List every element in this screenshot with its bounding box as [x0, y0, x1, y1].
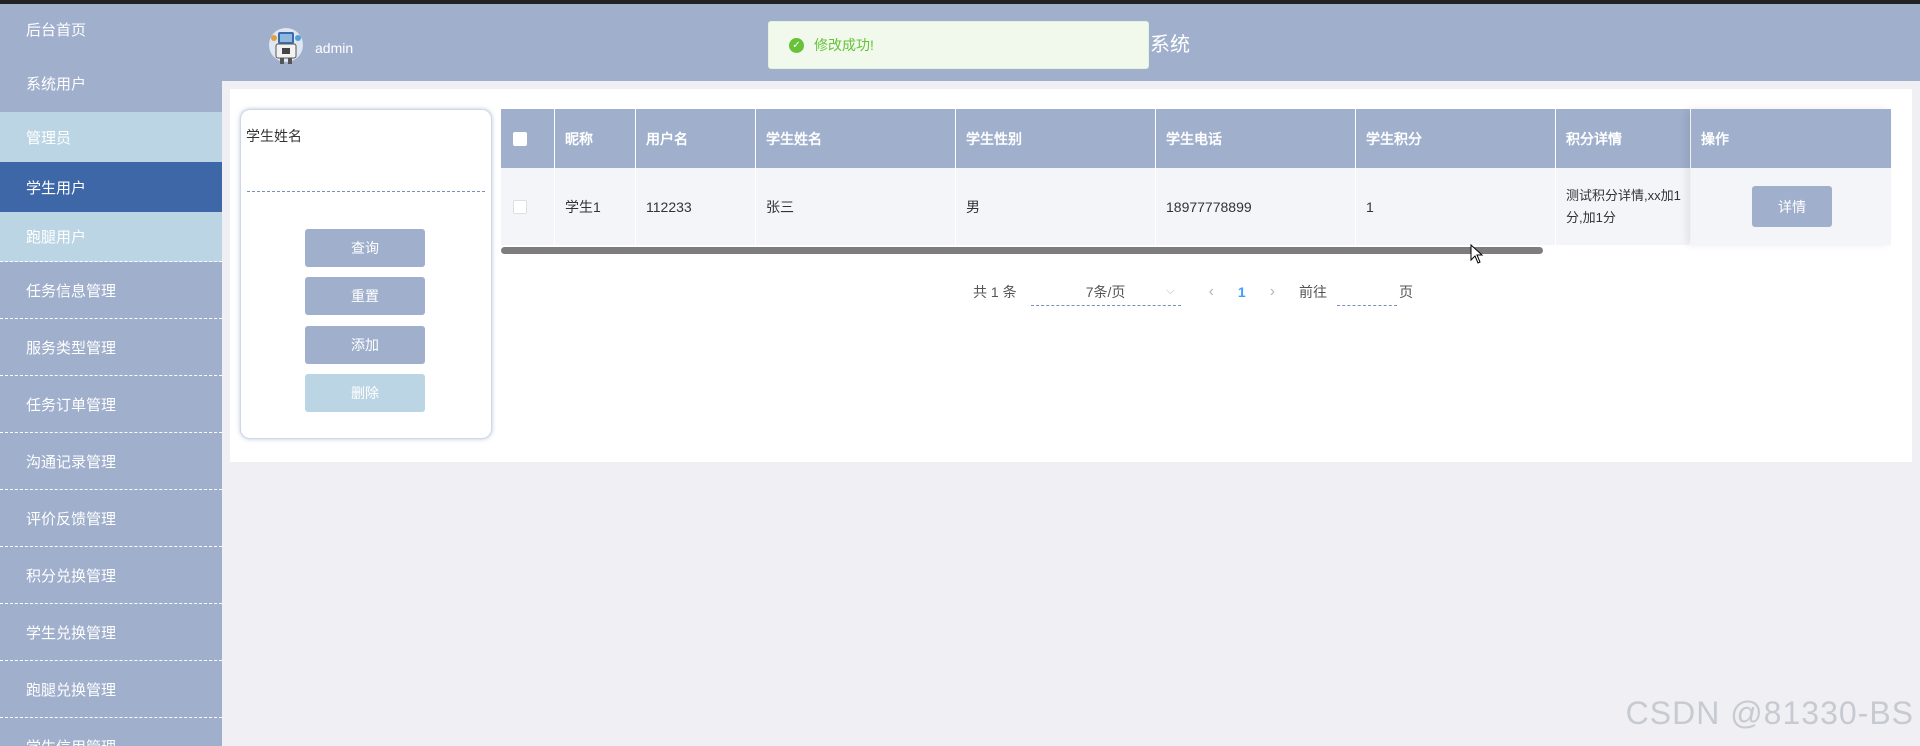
- sidebar-item-home[interactable]: 后台首页: [0, 4, 222, 55]
- detail-button[interactable]: 详情: [1752, 186, 1832, 227]
- operation-cell: 详情: [1691, 168, 1891, 245]
- col-gender[interactable]: 学生性别: [956, 109, 1156, 168]
- page-size-value: 7条/页: [1085, 283, 1126, 300]
- mouse-cursor-icon: [1470, 244, 1484, 264]
- cell-student-name: 张三: [756, 168, 956, 245]
- reset-button[interactable]: 重置: [305, 277, 425, 315]
- sidebar-item-label: 学生用户: [26, 179, 87, 197]
- sidebar-item-students[interactable]: 学生用户: [0, 162, 222, 212]
- goto-label: 前往: [1299, 284, 1328, 300]
- sidebar-item-label: 沟通记录管理: [26, 453, 117, 471]
- watermark: CSDN @81330-BS: [1625, 695, 1914, 731]
- sidebar-item-label: 学生信用管理: [26, 736, 116, 746]
- sidebar-item-student-exchange[interactable]: 学生兑换管理: [0, 604, 222, 661]
- pagination-total: 共 1 条: [973, 284, 1017, 300]
- sidebar-item-label: 管理员: [26, 129, 72, 147]
- sidebar-item-label: 任务信息管理: [26, 282, 117, 300]
- avatar-icon[interactable]: [268, 24, 304, 66]
- add-button[interactable]: 添加: [305, 326, 425, 364]
- sidebar-item-label: 后台首页: [26, 22, 87, 39]
- operation-column: 操作 详情: [1691, 109, 1891, 245]
- sidebar-item-label: 服务类型管理: [26, 339, 117, 357]
- col-points[interactable]: 学生积分: [1356, 109, 1556, 168]
- table-header: 昵称 用户名 学生姓名 学生性别 学生电话 学生积分 积分详情: [501, 109, 1891, 168]
- col-phone[interactable]: 学生电话: [1156, 109, 1356, 168]
- goto-page-input[interactable]: [1337, 278, 1398, 306]
- goto-suffix: 页: [1399, 284, 1414, 300]
- cell-gender: 男: [956, 168, 1156, 245]
- sidebar-item-system-users[interactable]: 系统用户: [0, 55, 222, 112]
- col-student-name[interactable]: 学生姓名: [756, 109, 956, 168]
- sidebar-item-communication[interactable]: 沟通记录管理: [0, 433, 222, 490]
- success-toast: ✓ 修改成功!: [768, 21, 1149, 69]
- sidebar-item-label: 学生兑换管理: [26, 624, 117, 642]
- chevron-down-icon: ⌵: [1166, 285, 1175, 297]
- sidebar-item-label: 跑腿用户: [26, 229, 87, 246]
- query-button[interactable]: 查询: [305, 229, 425, 267]
- check-circle-icon: ✓: [789, 37, 804, 53]
- sidebar-item-points-exchange[interactable]: 积分兑换管理: [0, 547, 222, 604]
- select-all-checkbox[interactable]: [513, 131, 527, 146]
- data-table: 昵称 用户名 学生姓名 学生性别 学生电话 学生积分 积分详情 学生1 1122…: [501, 109, 1891, 254]
- sidebar-item-runners[interactable]: 跑腿用户: [0, 212, 222, 262]
- student-name-input[interactable]: [247, 170, 485, 192]
- page-size-select[interactable]: 7条/页 ⌵: [1030, 278, 1181, 306]
- sidebar: 后台首页 系统用户 管理员 学生用户 跑腿用户 任务信息管理 服务类型管理 任务…: [0, 4, 222, 746]
- prev-page-icon[interactable]: ‹: [1209, 283, 1214, 301]
- cell-points-detail: 测试积分详情,xx加1分,加1分: [1556, 168, 1691, 245]
- sidebar-item-label: 任务订单管理: [26, 396, 117, 414]
- row-checkbox[interactable]: [513, 199, 527, 214]
- search-label: 学生姓名: [246, 128, 302, 144]
- sidebar-item-feedback[interactable]: 评价反馈管理: [0, 490, 222, 547]
- sidebar-item-label: 评价反馈管理: [26, 510, 117, 528]
- cell-username: 112233: [636, 168, 756, 245]
- sidebar-item-label: 系统用户: [26, 76, 87, 93]
- sidebar-item-task-orders[interactable]: 任务订单管理: [0, 376, 222, 433]
- next-page-icon[interactable]: ›: [1270, 283, 1275, 301]
- main-content: 学生姓名 查询 重置 添加 删除 昵称 用户名 学生姓名 学生性别 学生电话 学…: [230, 89, 1912, 462]
- col-nickname[interactable]: 昵称: [555, 109, 636, 168]
- table-row[interactable]: 学生1 112233 张三 男 18977778899 1 测试积分详情,xx加…: [501, 168, 1891, 245]
- cell-nickname: 学生1: [555, 168, 636, 245]
- col-username[interactable]: 用户名: [636, 109, 756, 168]
- toast-message: 修改成功!: [814, 37, 874, 53]
- delete-button[interactable]: 删除: [305, 374, 425, 412]
- sidebar-item-task-info[interactable]: 任务信息管理: [0, 262, 222, 319]
- col-points-detail[interactable]: 积分详情: [1556, 109, 1691, 168]
- username: admin: [315, 40, 354, 56]
- row-select-cell: [501, 168, 555, 245]
- search-panel: 学生姓名 查询 重置 添加 删除: [240, 109, 492, 439]
- sidebar-item-student-credit[interactable]: 学生信用管理: [0, 718, 222, 746]
- page-number-current[interactable]: 1: [1238, 284, 1246, 300]
- sidebar-item-admins[interactable]: 管理员: [0, 112, 222, 162]
- horizontal-scrollbar[interactable]: [501, 247, 1543, 254]
- sidebar-item-label: 积分兑换管理: [26, 567, 117, 585]
- sidebar-item-service-types[interactable]: 服务类型管理: [0, 319, 222, 376]
- col-operation: 操作: [1691, 109, 1891, 168]
- cell-phone: 18977778899: [1156, 168, 1356, 245]
- cell-points: 1: [1356, 168, 1556, 245]
- system-title: 系统: [1150, 34, 1190, 56]
- select-all-cell: [501, 109, 555, 168]
- sidebar-item-label: 跑腿兑换管理: [26, 681, 117, 699]
- pagination: 共 1 条 7条/页 ⌵ ‹ 1 › 前往 页: [973, 277, 1413, 307]
- sidebar-item-runner-exchange[interactable]: 跑腿兑换管理: [0, 661, 222, 718]
